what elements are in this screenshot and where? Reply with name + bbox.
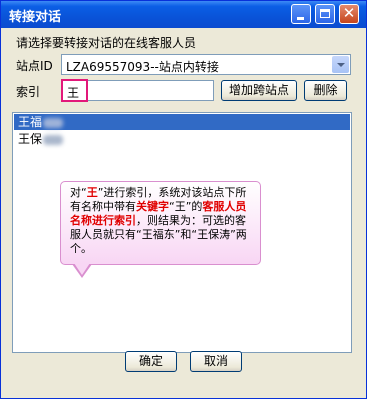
- site-id-select[interactable]: LZA69557093--站点内转接: [61, 54, 351, 75]
- list-item[interactable]: 王保: [14, 131, 350, 147]
- index-label: 索引: [16, 85, 41, 99]
- site-id-label: 站点ID: [16, 59, 53, 73]
- maximize-button[interactable]: [315, 4, 335, 24]
- minimize-icon: [297, 17, 304, 20]
- dialog-content: 请选择要转接对话的在线客服人员 站点ID LZA69557093--站点内转接 …: [1, 28, 366, 398]
- annotation-callout: 对“王”进行索引，系统对该站点下所有名称中带有关键字“王”的客服人员名称进行索引…: [60, 181, 261, 265]
- minimize-button[interactable]: [291, 4, 311, 24]
- title-bar[interactable]: 转接对话 ✕: [1, 1, 366, 28]
- callout-text: 对“王”进行索引，系统对该站点下所有名称中带有关键字“王”的客服人员名称进行索引…: [70, 186, 247, 255]
- cancel-button[interactable]: 取消: [190, 351, 242, 372]
- redacted-name-part: [43, 134, 64, 145]
- transfer-dialog-window: 转接对话 ✕ 请选择要转接对话的在线客服人员 站点ID LZA69557093-…: [0, 0, 367, 399]
- close-icon: ✕: [342, 4, 356, 22]
- close-button[interactable]: ✕: [339, 4, 359, 24]
- ok-button[interactable]: 确定: [125, 351, 177, 372]
- index-highlight-box: [61, 79, 88, 102]
- window-title: 转接对话: [9, 10, 62, 25]
- instruction-text: 请选择要转接对话的在线客服人员: [16, 36, 197, 50]
- redacted-name-part: [43, 117, 64, 128]
- delete-button[interactable]: 删除: [304, 80, 347, 101]
- maximize-icon: [320, 9, 330, 18]
- chevron-down-icon[interactable]: [332, 56, 349, 73]
- list-item[interactable]: 王福: [14, 114, 350, 130]
- site-id-value: LZA69557093--站点内转接: [66, 60, 219, 74]
- callout-tail-inner: [74, 263, 90, 275]
- list-item-label: 王福: [18, 115, 43, 129]
- add-cross-site-button[interactable]: 增加跨站点: [221, 80, 297, 101]
- list-item-label: 王保: [18, 132, 43, 146]
